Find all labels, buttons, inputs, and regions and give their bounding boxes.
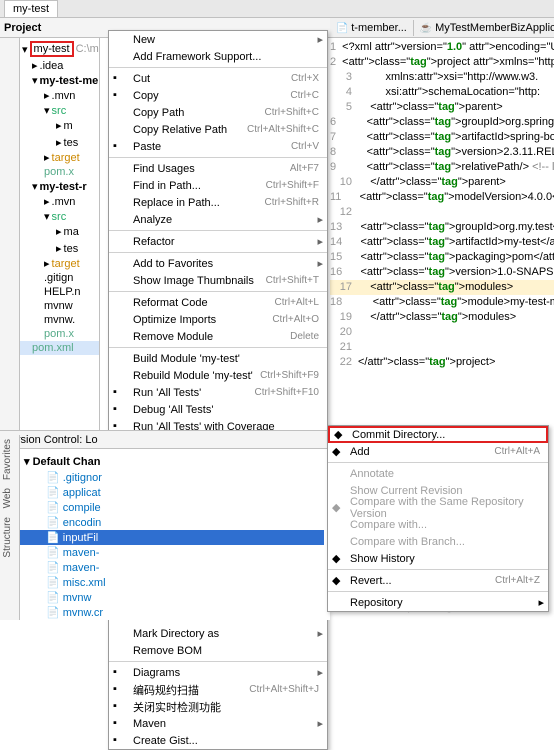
menu-build-module-my-test-[interactable]: Build Module 'my-test'	[109, 350, 327, 367]
git-submenu[interactable]: ◆Commit Directory...◆AddCtrl+Alt+A Annota…	[327, 425, 549, 612]
project-tree[interactable]: ▾my-testC:\my ▸ .idea ▾ my-test-mem ▸ .m…	[20, 38, 100, 448]
add-icon: ◆	[332, 445, 340, 458]
scan-icon: ▪	[113, 683, 127, 697]
editor-tabs[interactable]: 📄 t-member... ☕ MyTestMemberBizApplicati…	[330, 18, 554, 38]
git-menu-compare-with-the-same-repository-version: ◆Compare with the Same Repository Versio…	[328, 499, 548, 516]
vc-file-mvnw[interactable]: 📄 mvnw	[6, 590, 324, 605]
menu--[interactable]: ▪编码规约扫描Ctrl+Alt+Shift+J	[109, 681, 327, 698]
menu-copy[interactable]: ▪CopyCtrl+C	[109, 87, 327, 104]
menu-find-usages[interactable]: Find UsagesAlt+F7	[109, 160, 327, 177]
vc-file-compile[interactable]: 📄 compile	[6, 500, 324, 515]
menu-maven[interactable]: ▪Maven	[109, 715, 327, 732]
git-menu-repository[interactable]: Repository▸	[328, 594, 548, 611]
vc-changes[interactable]: ▾ Default Chan 📄 .gitignor📄 applicat📄 co…	[0, 449, 330, 624]
menu-cut[interactable]: ▪CutCtrl+X	[109, 70, 327, 87]
vc-file-inputFil[interactable]: 📄 inputFil	[6, 530, 324, 545]
git-menu-add[interactable]: ◆AddCtrl+Alt+A	[328, 443, 548, 460]
menu-remove-module[interactable]: Remove ModuleDelete	[109, 328, 327, 345]
menu-remove-bom[interactable]: Remove BOM	[109, 642, 327, 659]
diagram-icon: ▪	[113, 666, 127, 680]
git-menu-compare-with-branch-: Compare with Branch...	[328, 533, 548, 550]
menu-reformat-code[interactable]: Reformat CodeCtrl+Alt+L	[109, 294, 327, 311]
vc-file-applicat[interactable]: 📄 applicat	[6, 485, 324, 500]
menu-add-framework-support-[interactable]: Add Framework Support...	[109, 48, 327, 65]
side-tab-bar[interactable]: Favorites Web Structure	[0, 435, 20, 620]
menu-run-all-tests-[interactable]: ▪Run 'All Tests'Ctrl+Shift+F10	[109, 384, 327, 401]
menu-copy-relative-path[interactable]: Copy Relative PathCtrl+Alt+Shift+C	[109, 121, 327, 138]
left-gutter	[0, 38, 20, 448]
gist-icon: ▪	[113, 734, 127, 748]
paste-icon: ▪	[113, 140, 127, 154]
copy-icon: ▪	[113, 89, 127, 103]
menu-add-to-favorites[interactable]: Add to Favorites	[109, 255, 327, 272]
vc-file-encodin[interactable]: 📄 encodin	[6, 515, 324, 530]
revert-icon: ◆	[332, 574, 340, 587]
vc-file-misc.xml[interactable]: 📄 misc.xml	[6, 575, 324, 590]
menu-mark-directory-as[interactable]: Mark Directory as	[109, 625, 327, 642]
menu-create-gist-[interactable]: ▪Create Gist...	[109, 732, 327, 749]
maven-icon: ▪	[113, 717, 127, 731]
menu-analyze[interactable]: Analyze	[109, 211, 327, 228]
window-title: my-test	[4, 0, 58, 17]
tab-app-java[interactable]: ☕ MyTestMemberBizApplication.java	[414, 20, 554, 36]
menu-refactor[interactable]: Refactor	[109, 233, 327, 250]
menu-find-in-path-[interactable]: Find in Path...Ctrl+Shift+F	[109, 177, 327, 194]
menu-copy-path[interactable]: Copy PathCtrl+Shift+C	[109, 104, 327, 121]
menu-replace-in-path-[interactable]: Replace in Path...Ctrl+Shift+R	[109, 194, 327, 211]
compare-icon: ◆	[332, 501, 340, 514]
git-menu-revert-[interactable]: ◆Revert...Ctrl+Alt+Z	[328, 572, 548, 589]
menu-optimize-imports[interactable]: Optimize ImportsCtrl+Alt+O	[109, 311, 327, 328]
editor-area: 📄 t-member... ☕ MyTestMemberBizApplicati…	[330, 18, 554, 372]
context-menu[interactable]: NewAdd Framework Support...▪CutCtrl+X▪Co…	[108, 30, 328, 750]
vc-file-maven-[interactable]: 📄 maven-	[6, 560, 324, 575]
git-menu-show-history[interactable]: ◆Show History	[328, 550, 548, 567]
commit-icon: ◆	[334, 428, 342, 441]
menu-debug-all-tests-[interactable]: ▪Debug 'All Tests'	[109, 401, 327, 418]
tab-member[interactable]: 📄 t-member...	[330, 20, 414, 36]
close-check-icon: ▪	[113, 700, 127, 714]
history-icon: ◆	[332, 552, 340, 565]
run-icon: ▪	[113, 386, 127, 400]
version-control-panel: Version Control: Lo ▾ Default Chan 📄 .gi…	[0, 430, 330, 620]
vc-file-mvnw.cr[interactable]: 📄 mvnw.cr	[6, 605, 324, 620]
vc-file-maven-[interactable]: 📄 maven-	[6, 545, 324, 560]
git-menu-commit-directory-[interactable]: ◆Commit Directory...	[328, 426, 548, 443]
menu-diagrams[interactable]: ▪Diagrams	[109, 664, 327, 681]
cut-icon: ▪	[113, 72, 127, 86]
menu-show-image-thumbnails[interactable]: Show Image ThumbnailsCtrl+Shift+T	[109, 272, 327, 289]
project-panel-label[interactable]: Project	[4, 22, 41, 34]
menu-paste[interactable]: ▪PasteCtrl+V	[109, 138, 327, 155]
menu-rebuild-module-my-test-[interactable]: Rebuild Module 'my-test'Ctrl+Shift+F9	[109, 367, 327, 384]
code-editor[interactable]: 1<?xml attr">version="1.0" attr">encodin…	[330, 38, 554, 372]
git-menu-annotate: Annotate	[328, 465, 548, 482]
window-tab-strip: my-test	[0, 0, 554, 18]
git-menu-compare-with-: Compare with...	[328, 516, 548, 533]
tree-root[interactable]: my-test	[30, 41, 74, 57]
menu-new[interactable]: New	[109, 31, 327, 48]
debug-icon: ▪	[113, 403, 127, 417]
menu--[interactable]: ▪关闭实时检测功能	[109, 698, 327, 715]
vc-file-.gitignor[interactable]: 📄 .gitignor	[6, 470, 324, 485]
